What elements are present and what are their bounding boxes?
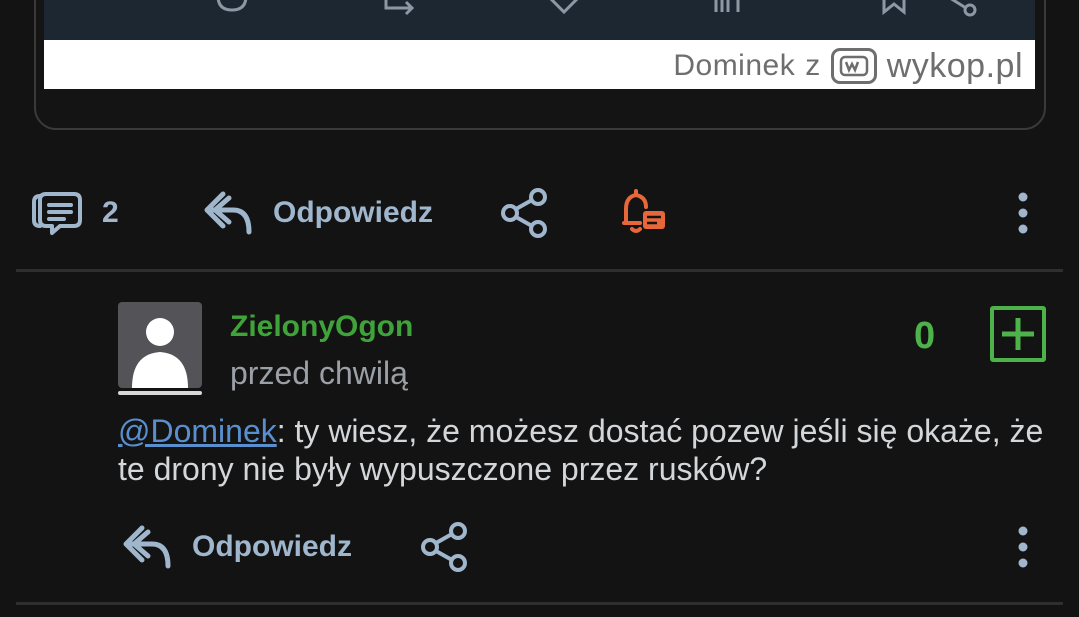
embedded-toolbar-strip: [44, 0, 1035, 40]
reply-label: Odpowiedz: [273, 196, 433, 229]
stats-icon: [708, 0, 748, 18]
reply-button[interactable]: Odpowiedz: [203, 190, 433, 236]
avatar[interactable]: [118, 302, 202, 395]
comment-username[interactable]: ZielonyOgon: [230, 310, 413, 344]
comment-body: @Dominek: ty wiesz, że możesz dostać poz…: [118, 412, 1048, 488]
comment-reply-button[interactable]: Odpowiedz: [122, 524, 352, 570]
vote-count: 0: [914, 315, 936, 357]
user-mention-link[interactable]: @Dominek: [118, 413, 277, 449]
avatar-underline: [118, 391, 202, 395]
post-view: Dominek z wykop.pl 2 Odpowiedz ZielonyOg…: [0, 0, 1079, 617]
comment-action-bar: Odpowiedz: [0, 517, 1079, 577]
default-avatar-icon: [118, 302, 202, 388]
comment-more-menu-button[interactable]: [1008, 523, 1038, 571]
comments-icon: [32, 192, 82, 235]
vertical-dots-icon: [1018, 192, 1028, 234]
comment-icon: [212, 0, 252, 18]
plus-icon: [1002, 318, 1034, 350]
comment-share-button[interactable]: [420, 521, 470, 573]
wykop-watermark: Dominek z wykop.pl: [673, 46, 1023, 86]
divider: [16, 602, 1063, 605]
repost-icon: [380, 0, 420, 18]
post-action-bar: 2 Odpowiedz: [0, 183, 1079, 243]
share-button[interactable]: [500, 187, 550, 239]
reply-arrow-icon: [123, 525, 171, 569]
comments-count: 2: [102, 196, 119, 229]
reply-label: Odpowiedz: [192, 530, 352, 563]
watermark-separator: z: [805, 49, 821, 82]
observe-notifications-button[interactable]: [616, 187, 668, 239]
watermark-brand: wykop.pl: [886, 46, 1023, 85]
share-icon: [421, 522, 467, 572]
divider: [16, 269, 1063, 272]
vertical-dots-icon: [1018, 526, 1028, 568]
comment-timestamp: przed chwilą: [230, 355, 408, 391]
post-more-menu-button[interactable]: [1008, 189, 1038, 237]
share-icon: [501, 188, 547, 238]
embedded-screenshot-image: Dominek z wykop.pl: [44, 0, 1035, 89]
share-icon: [944, 0, 984, 18]
upvote-button[interactable]: [990, 306, 1046, 362]
watermark-user: Dominek: [673, 49, 796, 82]
reply-arrow-icon: [204, 191, 252, 235]
bell-notification-icon: [622, 189, 665, 233]
comments-count-button[interactable]: 2: [30, 190, 119, 236]
wykop-logo-icon: [830, 48, 877, 84]
heart-icon: [544, 0, 584, 18]
bookmark-icon: [874, 0, 914, 18]
